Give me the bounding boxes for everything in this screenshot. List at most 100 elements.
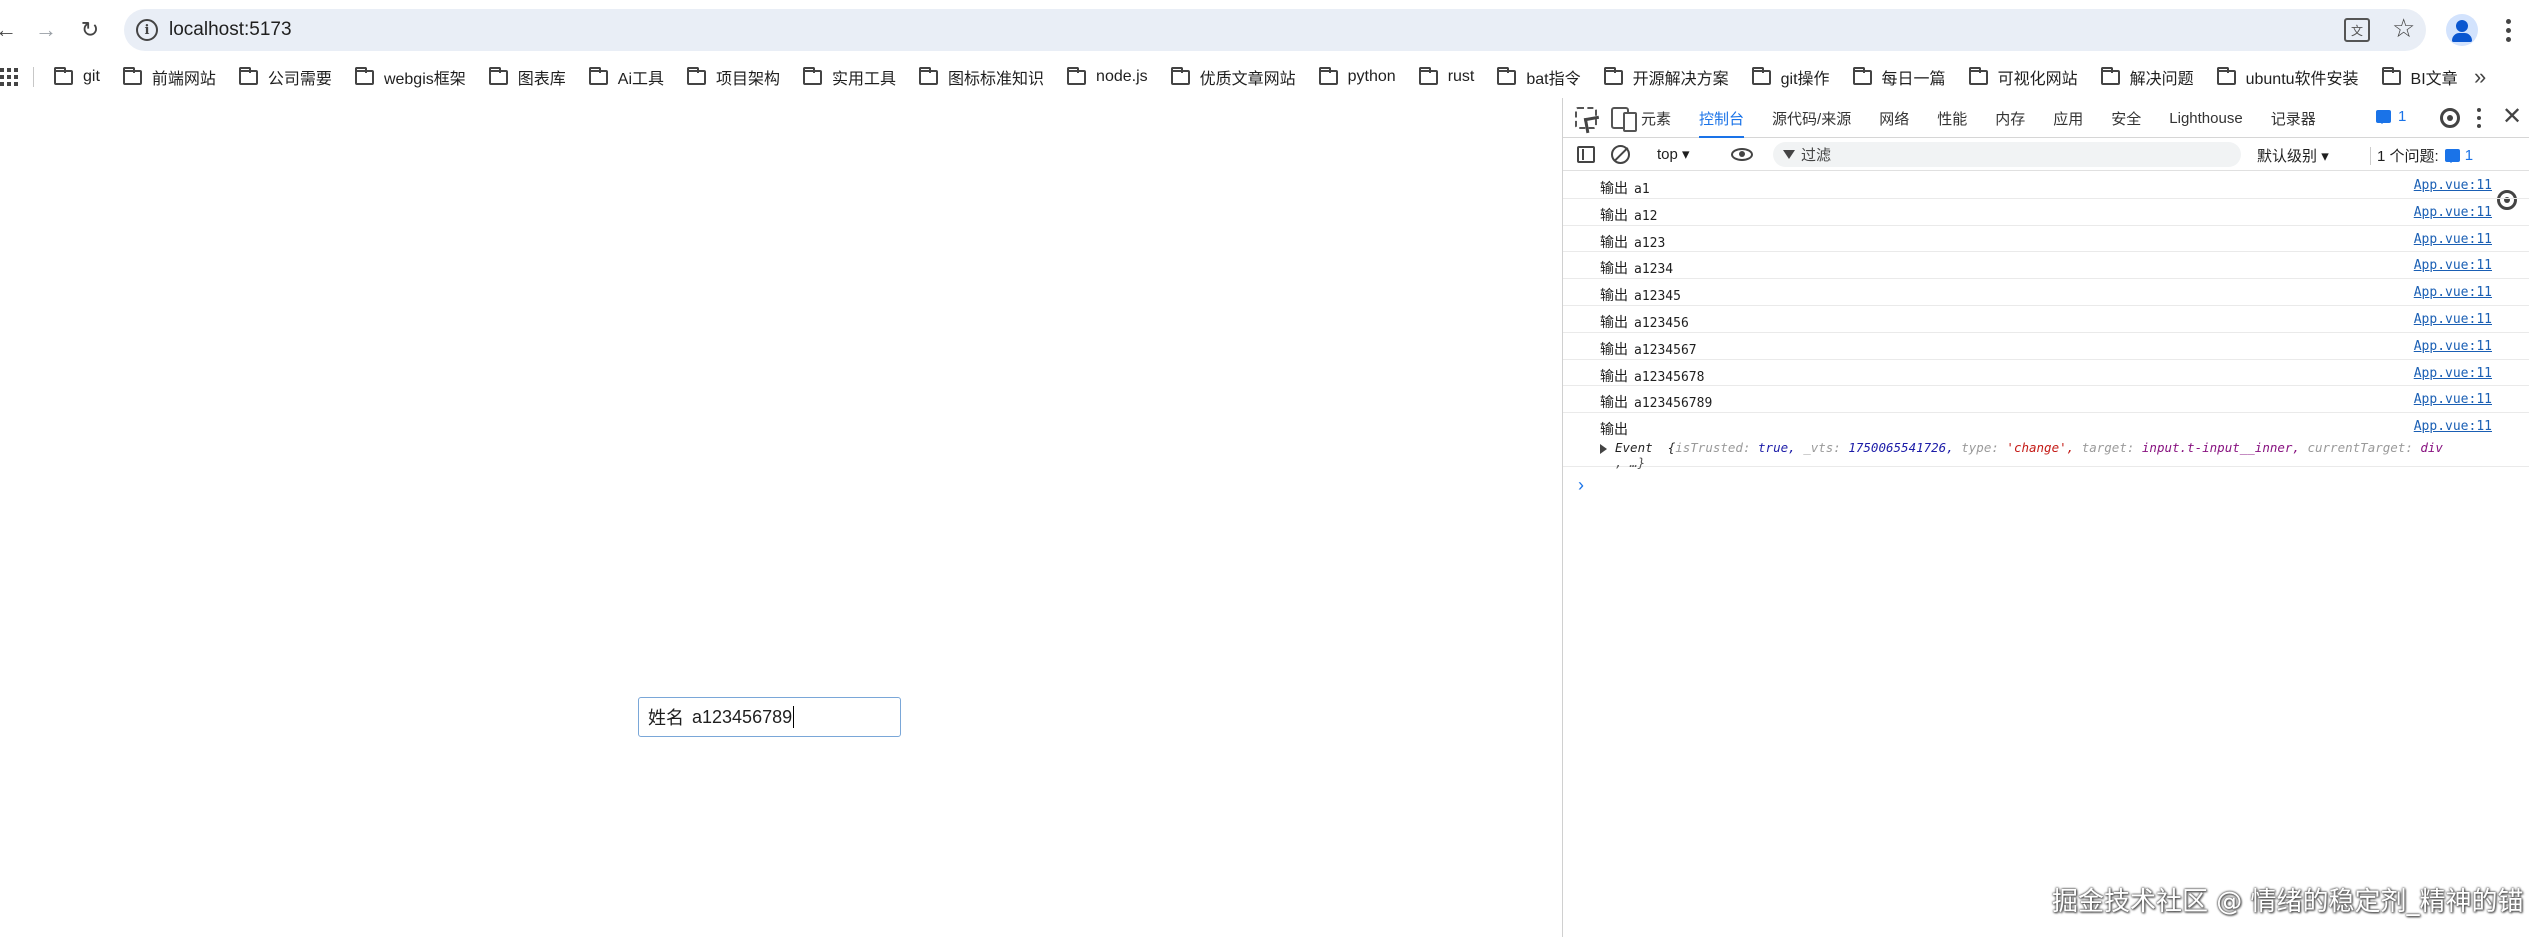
inspect-element-icon[interactable] (1575, 107, 1597, 129)
event-object-preview[interactable]: Event {isTrusted: true, _vts: 1750065541… (1600, 440, 2443, 455)
clear-console-icon[interactable] (1611, 145, 1630, 164)
live-expression-eye-icon[interactable] (1731, 148, 1753, 161)
folder-icon (588, 66, 608, 85)
event-key: target: (2081, 440, 2135, 456)
devtools-tab[interactable]: 安全 (2111, 98, 2141, 138)
bookmark-label: webgis框架 (383, 71, 466, 88)
bookmark-item[interactable]: python (1318, 66, 1396, 86)
console-source-link[interactable]: App.vue:11 (2414, 392, 2492, 407)
browser-toolbar: ← → ↻ i localhost:5173 文 ☆ (0, 0, 2529, 60)
console-source-link[interactable]: App.vue:11 (2414, 312, 2492, 327)
bookmark-item[interactable]: 每日一篇 (1852, 65, 1946, 89)
console-source-link[interactable]: App.vue:11 (2414, 205, 2492, 220)
issues-badge[interactable]: 1 (2376, 108, 2406, 125)
context-value: top (1657, 146, 1678, 163)
bookmark-label: ubuntu软件安装 (2245, 71, 2359, 88)
bookmark-item[interactable]: ubuntu软件安装 (2216, 65, 2359, 89)
bookmark-item[interactable]: 实用工具 (803, 65, 896, 89)
console-filter-input[interactable]: 过滤 (1773, 142, 2241, 167)
apps-grid-icon[interactable] (0, 68, 18, 86)
issues-count-value: 1 (2464, 147, 2474, 164)
watermark: 掘金技术社区 @ 情绪的稳定剂_精神的锚 (2052, 887, 2524, 917)
address-bar[interactable]: i localhost:5173 文 ☆ (124, 9, 2426, 51)
console-message: 输出 a123456789 (1600, 392, 1712, 412)
bookmark-label: 优质文章网站 (1199, 71, 1296, 88)
devtools-tab[interactable]: 内存 (1995, 98, 2025, 138)
devtools-menu-icon[interactable] (2474, 108, 2484, 128)
bookmark-item[interactable]: 前端网站 (122, 65, 216, 89)
console-log-row: 输出 a123456789 App.vue:11 (1563, 386, 2529, 414)
console-prompt[interactable]: › (1563, 467, 2529, 503)
name-input-value[interactable]: a123456789 (692, 707, 792, 728)
folder-icon (2100, 66, 2120, 85)
forward-arrow-icon[interactable]: → (30, 14, 62, 46)
close-icon[interactable]: ✕ (2502, 102, 2522, 131)
bookmark-item[interactable]: 优质文章网站 (1170, 65, 1296, 89)
devtools-tab[interactable]: 网络 (1879, 98, 1909, 138)
bookmark-item[interactable]: bat指令 (1497, 65, 1581, 89)
devtools-tab[interactable]: 控制台 (1699, 98, 1745, 138)
console-source-link[interactable]: App.vue:11 (2414, 339, 2492, 354)
folder-icon (687, 66, 706, 85)
reload-icon[interactable]: ↻ (74, 14, 106, 46)
issues-count-badge[interactable]: 1 (2444, 147, 2474, 164)
bookmark-star-icon[interactable]: ☆ (2392, 13, 2415, 44)
context-selector[interactable]: top ▾ (1657, 145, 1690, 163)
devtools-tab[interactable]: 应用 (2053, 98, 2083, 138)
bookmark-item[interactable]: node.js (1067, 66, 1148, 86)
bookmark-item[interactable]: 图标标准知识 (919, 65, 1044, 89)
log-level-selector[interactable]: 默认级别 ▾ (2257, 145, 2329, 166)
back-arrow-icon[interactable]: ← (0, 14, 22, 46)
bookmark-item[interactable]: webgis框架 (354, 65, 466, 89)
console-source-link[interactable]: App.vue:11 (2414, 232, 2492, 247)
issues-counter[interactable]: 1 个问题: 1 (2364, 145, 2473, 166)
settings-gear-icon[interactable] (2440, 108, 2460, 128)
console-message-label: 输出 (1600, 207, 1628, 224)
devtools-tab[interactable]: Lighthouse (2169, 98, 2242, 138)
bookmark-item[interactable]: 开源解决方案 (1603, 65, 1729, 89)
console-log-row: 输出 a1234 App.vue:11 (1563, 252, 2529, 280)
sidebar-toggle-icon[interactable] (1577, 146, 1595, 163)
devtools-tab[interactable]: 记录器 (2271, 98, 2316, 138)
device-toolbar-icon[interactable] (1611, 107, 1637, 132)
bookmark-item[interactable]: Ai工具 (588, 65, 664, 89)
console-source-link[interactable]: App.vue:11 (2414, 285, 2492, 300)
bookmark-item[interactable]: 解决问题 (2100, 65, 2194, 89)
console-source-link[interactable]: App.vue:11 (2414, 366, 2492, 381)
site-info-icon[interactable]: i (136, 19, 158, 41)
bookmarks-divider (33, 67, 34, 87)
address-url[interactable]: localhost:5173 (169, 19, 292, 41)
devtools-tabs: 元素 控制台 源代码/来源 网络 性能 内存 应用 安全 Lighthouse 记录器 (1641, 98, 2316, 138)
bookmark-item[interactable]: git (54, 66, 100, 86)
bookmark-item[interactable]: BI文章 (2381, 65, 2458, 89)
console-source-link[interactable]: App.vue:11 (2414, 258, 2492, 273)
bookmark-item[interactable]: git操作 (1751, 65, 1830, 89)
bookmark-item[interactable]: rust (1418, 66, 1474, 86)
folder-icon (1603, 66, 1623, 85)
console-message-label: 输出 (1600, 234, 1628, 251)
console-message-value: a12 (1634, 208, 1658, 224)
bookmark-label: 可视化网站 (1997, 71, 2078, 88)
console-message: 输出 a12 (1600, 205, 1657, 225)
bookmark-item[interactable]: 图表库 (488, 65, 566, 89)
console-event-row: 输出 App.vue:11 Event {isTrusted: true, _v… (1563, 413, 2529, 470)
profile-avatar-icon[interactable] (2446, 14, 2478, 46)
console-source-link[interactable]: App.vue:11 (2414, 178, 2492, 193)
devtools-tab[interactable]: 元素 (1641, 98, 1671, 138)
browser-menu-icon[interactable] (2496, 14, 2520, 46)
bookmark-item[interactable]: 可视化网站 (1968, 65, 2078, 89)
bookmark-item[interactable]: 公司需要 (238, 65, 332, 89)
devtools-tab[interactable]: 源代码/来源 (1772, 98, 1851, 138)
more-bookmarks-icon[interactable]: » (2474, 64, 2486, 90)
event-key: currentTarget: (2307, 440, 2413, 456)
issues-badge-count: 1 (2398, 108, 2407, 125)
bookmark-label: git操作 (1780, 71, 1830, 88)
bookmark-label: 实用工具 (832, 71, 897, 88)
devtools-tab[interactable]: 性能 (1937, 98, 1967, 138)
console-source-link[interactable]: App.vue:11 (2414, 419, 2492, 434)
translate-icon[interactable]: 文 (2344, 18, 2370, 42)
expand-triangle-icon[interactable] (1600, 443, 1607, 454)
console-message-label: 输出 (1600, 261, 1628, 278)
bookmark-item[interactable]: 项目架构 (687, 65, 780, 89)
name-input-field[interactable]: 姓名 a123456789 (638, 697, 901, 737)
